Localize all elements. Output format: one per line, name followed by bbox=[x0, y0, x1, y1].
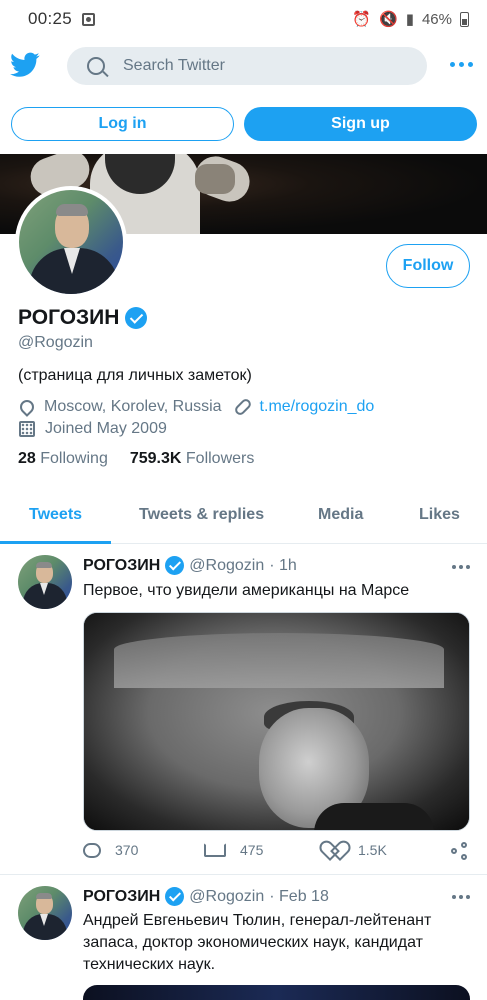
tweet-avatar[interactable] bbox=[18, 555, 72, 609]
profile-link[interactable]: t.me/rogozin_do bbox=[260, 398, 375, 416]
profile-name-row: РОГОЗИН bbox=[18, 306, 148, 330]
following-stat[interactable]: 28 Following bbox=[18, 450, 108, 468]
tab-likes[interactable]: Likes bbox=[419, 506, 460, 524]
tweet-media-image[interactable] bbox=[83, 612, 470, 831]
followers-count: 759.3K bbox=[129, 450, 182, 467]
more-options-icon[interactable] bbox=[450, 62, 473, 67]
tab-tweets[interactable]: Tweets bbox=[29, 506, 82, 524]
tab-media[interactable]: Media bbox=[318, 506, 363, 524]
location-icon bbox=[17, 397, 37, 417]
verified-badge-icon bbox=[125, 307, 148, 329]
followers-stat[interactable]: 759.3K Followers bbox=[130, 450, 255, 468]
tweet-actions: 370 475 1.5K bbox=[83, 842, 473, 866]
profile-bio: (страница для личных заметок) bbox=[18, 367, 252, 384]
link-icon bbox=[232, 397, 253, 417]
tweet-author-name[interactable]: РОГОЗИН bbox=[83, 888, 160, 906]
tweet-author-name[interactable]: РОГОЗИН bbox=[83, 557, 160, 575]
search-placeholder: Search Twitter bbox=[123, 57, 225, 74]
signup-button[interactable]: Sign up bbox=[244, 107, 477, 141]
followers-label: Followers bbox=[185, 450, 255, 467]
tweet-more-icon[interactable] bbox=[452, 565, 470, 569]
search-icon bbox=[87, 57, 105, 75]
retweet-count: 475 bbox=[240, 842, 264, 858]
battery-level: 46% bbox=[421, 10, 452, 28]
profile-name: РОГОЗИН bbox=[18, 306, 120, 329]
following-label: Following bbox=[40, 450, 108, 467]
battery-icon bbox=[460, 11, 469, 27]
retweet-action[interactable]: 475 bbox=[204, 842, 263, 858]
reply-count: 370 bbox=[115, 842, 139, 858]
calendar-icon bbox=[19, 421, 35, 437]
profile-location: Moscow, Korolev, Russia bbox=[44, 398, 222, 415]
tweet-header: РОГОЗИН @Rogozin · Feb 18 bbox=[83, 887, 329, 906]
profile-handle: @Rogozin bbox=[18, 334, 93, 351]
tweet-text: Первое, что увидели американцы на Марсе bbox=[83, 582, 410, 599]
tweet-header: РОГОЗИН @Rogozin · 1h bbox=[83, 556, 297, 575]
tweet-timestamp[interactable]: · 1h bbox=[269, 557, 297, 575]
tweet-author-handle: @Rogozin bbox=[189, 556, 265, 574]
status-bar: 00:25 ⏰ 🔇 ▮ 46% bbox=[0, 0, 487, 38]
tweet-timestamp[interactable]: · Feb 18 bbox=[269, 888, 329, 906]
like-icon bbox=[326, 842, 344, 858]
profile-tabs: Tweets Tweets & replies Media Likes bbox=[0, 490, 487, 544]
following-count: 28 bbox=[18, 450, 36, 467]
status-time: 00:25 bbox=[28, 9, 73, 28]
profile-meta-joined-row: Joined May 2009 bbox=[18, 420, 167, 438]
top-bar: Search Twitter bbox=[0, 44, 487, 90]
active-tab-indicator bbox=[0, 541, 111, 544]
retweet-icon bbox=[204, 843, 226, 857]
profile-meta-location-row: Moscow, Korolev, Russia t.me/rogozin_do bbox=[17, 397, 375, 417]
status-icons: ⏰ 🔇 ▮ 46% bbox=[352, 10, 469, 28]
profile-avatar[interactable] bbox=[15, 186, 127, 298]
tweet-more-icon[interactable] bbox=[452, 895, 470, 899]
mute-icon: 🔇 bbox=[379, 11, 398, 28]
login-button[interactable]: Log in bbox=[11, 107, 234, 141]
verified-badge-icon bbox=[165, 887, 185, 906]
notification-icon bbox=[82, 12, 96, 26]
alarm-icon: ⏰ bbox=[352, 11, 372, 28]
like-count: 1.5K bbox=[358, 842, 387, 858]
reply-action[interactable]: 370 bbox=[83, 842, 138, 858]
tweet-author-handle: @Rogozin bbox=[189, 887, 265, 905]
signal-icon: ▮ bbox=[405, 11, 414, 28]
tweet-avatar[interactable] bbox=[18, 886, 72, 940]
tweet-text: Андрей Евгеньевич Тюлин, генерал-лейтена… bbox=[83, 912, 432, 973]
tweet-media-image[interactable] bbox=[83, 985, 470, 1000]
twitter-logo-icon[interactable] bbox=[10, 52, 40, 78]
follow-stats: 28 Following 759.3K Followers bbox=[18, 450, 254, 468]
share-action[interactable] bbox=[451, 842, 469, 860]
tab-tweets-replies[interactable]: Tweets & replies bbox=[139, 506, 264, 524]
like-action[interactable]: 1.5K bbox=[326, 842, 387, 858]
profile-joined: Joined May 2009 bbox=[45, 420, 167, 437]
reply-icon bbox=[83, 842, 101, 858]
verified-badge-icon bbox=[165, 556, 185, 575]
share-icon bbox=[451, 842, 469, 860]
follow-button[interactable]: Follow bbox=[386, 244, 470, 288]
search-bar[interactable]: Search Twitter bbox=[67, 47, 427, 85]
